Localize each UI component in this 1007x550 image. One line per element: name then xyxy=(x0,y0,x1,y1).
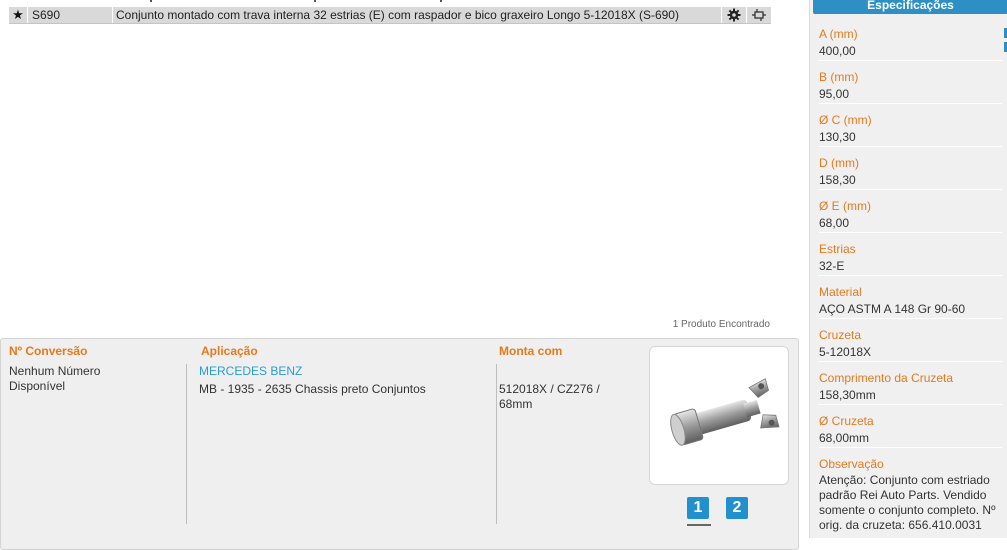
product-code: S690 xyxy=(32,8,61,22)
table-row[interactable]: ★ S690 Conjunto montado com trava intern… xyxy=(9,7,771,24)
spec-value: 95,00 xyxy=(819,87,850,101)
drawing-icon[interactable] xyxy=(747,7,771,23)
driveshaft-image xyxy=(670,378,780,446)
spec-value: 158,30mm xyxy=(819,388,876,402)
spec-label: Observação xyxy=(819,457,884,471)
spec-material: Material AÇO ASTM A 148 Gr 90-60 xyxy=(819,284,1002,319)
observation-text: Atenção: Conjunto com estriado padrão Re… xyxy=(819,473,996,532)
page-2-button[interactable]: 2 xyxy=(726,497,748,519)
spec-value: 130,30 xyxy=(819,130,856,144)
spec-e: Ø E (mm) 68,00 xyxy=(819,198,1002,233)
spec-value: 5-12018X xyxy=(819,345,872,359)
spec-value: 400,00 xyxy=(819,44,856,58)
spec-observacao: Observação Atenção: Conjunto com estriad… xyxy=(819,456,1002,533)
spec-label: Ø E (mm) xyxy=(819,199,871,213)
mount-text: 512018X / CZ276 / 68mm xyxy=(499,382,600,411)
product-detail-panel: Nº Conversão Nenhum Número Disponível Ap… xyxy=(0,338,799,550)
results-count: 1 Produto Encontrado xyxy=(672,319,770,330)
column-divider xyxy=(186,364,187,524)
spec-label: B (mm) xyxy=(819,70,859,84)
spec-label: Material xyxy=(819,285,862,299)
spec-label: Ø Cruzeta xyxy=(819,414,874,428)
spec-b: B (mm) 95,00 xyxy=(819,69,1002,104)
spec-label: Cruzeta xyxy=(819,328,862,342)
application-header: Aplicação xyxy=(201,344,258,358)
spec-value: 68,00mm xyxy=(819,431,870,445)
specifications-panel: Especificações A (mm) 400,00 B (mm) 95,0… xyxy=(809,0,1007,538)
spec-value: AÇO ASTM A 148 Gr 90-60 xyxy=(819,302,966,316)
page-1-button[interactable]: 1 xyxy=(687,497,709,519)
spec-label: Estrias xyxy=(819,242,856,256)
spec-c: Ø C (mm) 130,30 xyxy=(819,112,1002,147)
spec-diametro-cruzeta: Ø Cruzeta 68,00mm xyxy=(819,413,1002,448)
column-divider xyxy=(496,364,497,524)
spec-estrias: Estrias 32-E xyxy=(819,241,1002,276)
spec-label: D (mm) xyxy=(819,156,859,170)
application-text: MB - 1935 - 2635 Chassis preto Conjuntos xyxy=(199,382,426,396)
gear-icon[interactable] xyxy=(722,7,746,23)
spec-comprimento-cruzeta: Comprimento da Cruzeta 158,30mm xyxy=(819,370,1002,405)
application-brand: MERCEDES BENZ xyxy=(199,364,303,378)
spec-value: 158,30 xyxy=(819,173,856,187)
spec-label: Comprimento da Cruzeta xyxy=(819,371,954,385)
spec-cruzeta: Cruzeta 5-12018X xyxy=(819,327,1002,362)
active-page-indicator xyxy=(687,524,711,526)
spec-label: A (mm) xyxy=(819,27,858,41)
specifications-title: Especificações xyxy=(813,0,1007,14)
clipped-header-row xyxy=(0,0,780,2)
conversion-header: Nº Conversão xyxy=(9,344,88,358)
spec-d: D (mm) 158,30 xyxy=(819,155,1002,190)
spec-value: 32-E xyxy=(819,259,845,273)
star-icon[interactable]: ★ xyxy=(9,7,27,23)
spec-label: Ø C (mm) xyxy=(819,113,872,127)
product-thumbnail[interactable] xyxy=(649,346,789,485)
spec-a: A (mm) 400,00 xyxy=(819,26,1002,61)
spec-value: 68,00 xyxy=(819,216,850,230)
mount-header: Monta com xyxy=(499,344,563,358)
conversion-text: Nenhum Número Disponível xyxy=(9,364,101,393)
product-description: Conjunto montado com trava interna 32 es… xyxy=(116,8,679,22)
